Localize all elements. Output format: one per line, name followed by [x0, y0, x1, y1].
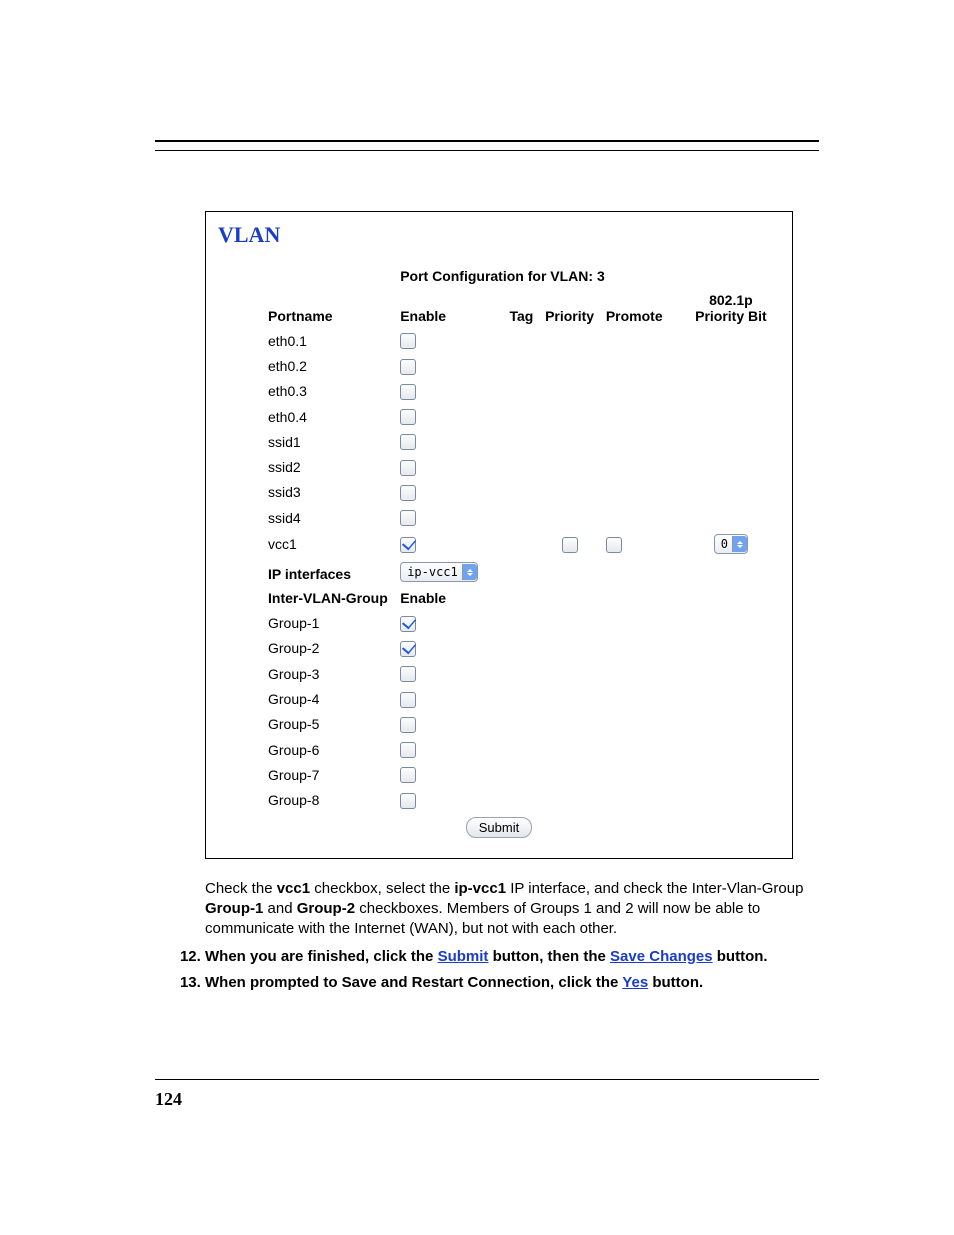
group-enable-checkbox[interactable]	[400, 616, 416, 632]
top-rule-thick	[155, 140, 819, 142]
group-name: Group-2	[218, 636, 398, 661]
instruction-paragraph: Check the vcc1 checkbox, select the ip-v…	[205, 879, 819, 940]
priority-bit-value: 0	[721, 536, 728, 552]
port-name: eth0.4	[218, 404, 398, 429]
port-name: eth0.3	[218, 379, 398, 404]
ip-interfaces-label: IP interfaces	[218, 558, 398, 586]
port-row: ssid1	[218, 429, 780, 454]
port-name: ssid3	[218, 480, 398, 505]
port-row: ssid4	[218, 505, 780, 530]
group-row: Group-2	[218, 636, 780, 661]
page-number: 124	[155, 1089, 182, 1110]
port-config-caption: Port Configuration for VLAN: 3	[398, 264, 780, 288]
header-priority: Priority	[535, 288, 604, 328]
submit-button[interactable]: Submit	[466, 817, 532, 838]
group-row: Group-4	[218, 686, 780, 711]
header-8021p: 802.1p Priority Bit	[682, 288, 780, 328]
group-name: Group-1	[218, 610, 398, 635]
port-row: eth0.4	[218, 404, 780, 429]
footer-rule	[155, 1079, 819, 1080]
header-promote: Promote	[604, 288, 682, 328]
step-12: When you are finished, click the Submit …	[205, 946, 819, 969]
group-name: Group-6	[218, 737, 398, 762]
tag-checkbox[interactable]	[562, 537, 578, 553]
group-name: Group-4	[218, 686, 398, 711]
group-row: Group-1	[218, 610, 780, 635]
group-row: Group-3	[218, 661, 780, 686]
port-name: eth0.1	[218, 328, 398, 353]
port-name: ssid2	[218, 454, 398, 479]
port-row: eth0.2	[218, 353, 780, 378]
panel-title: VLAN	[218, 222, 780, 248]
group-enable-checkbox[interactable]	[400, 666, 416, 682]
priority-bit-select[interactable]: 0	[714, 534, 748, 554]
ip-interface-select[interactable]: ip-vcc1	[400, 562, 478, 582]
group-row: Group-5	[218, 712, 780, 737]
submit-link[interactable]: Submit	[438, 948, 489, 965]
header-enable: Enable	[398, 288, 481, 328]
port-row: ssid2	[218, 454, 780, 479]
vlan-table: Port Configuration for VLAN: 3 Portname …	[218, 264, 780, 842]
enable-checkbox[interactable]	[400, 409, 416, 425]
port-name: vcc1	[218, 530, 398, 558]
group-enable-checkbox[interactable]	[400, 742, 416, 758]
group-enable-checkbox[interactable]	[400, 641, 416, 657]
enable-checkbox[interactable]	[400, 434, 416, 450]
enable-checkbox[interactable]	[400, 333, 416, 349]
enable-checkbox[interactable]	[400, 460, 416, 476]
port-name: ssid1	[218, 429, 398, 454]
group-name: Group-3	[218, 661, 398, 686]
port-name: ssid4	[218, 505, 398, 530]
ip-interface-value: ip-vcc1	[407, 564, 458, 580]
port-row: ssid3	[218, 480, 780, 505]
step-13: When prompted to Save and Restart Connec…	[205, 972, 819, 995]
group-name: Group-7	[218, 762, 398, 787]
promote-checkbox[interactable]	[606, 537, 622, 553]
header-tag: Tag	[481, 288, 536, 328]
group-enable-checkbox[interactable]	[400, 793, 416, 809]
group-row: Group-6	[218, 737, 780, 762]
top-rule-thin	[155, 150, 819, 151]
inter-vlan-label: Inter-VLAN-Group	[218, 586, 398, 610]
port-row: eth0.1	[218, 328, 780, 353]
group-enable-checkbox[interactable]	[400, 692, 416, 708]
port-row: eth0.3	[218, 379, 780, 404]
group-enable-checkbox[interactable]	[400, 767, 416, 783]
port-name: eth0.2	[218, 353, 398, 378]
dropdown-arrow-icon	[462, 564, 477, 580]
steps-list: When you are finished, click the Submit …	[165, 946, 819, 995]
group-row: Group-7	[218, 762, 780, 787]
enable-checkbox[interactable]	[400, 485, 416, 501]
header-portname: Portname	[218, 288, 398, 328]
enable-checkbox[interactable]	[400, 359, 416, 375]
group-name: Group-5	[218, 712, 398, 737]
enable-checkbox[interactable]	[400, 537, 416, 553]
enable-checkbox[interactable]	[400, 384, 416, 400]
yes-link[interactable]: Yes	[622, 974, 648, 991]
port-row: vcc1 0	[218, 530, 780, 558]
save-changes-link[interactable]: Save Changes	[610, 948, 713, 965]
enable-checkbox[interactable]	[400, 510, 416, 526]
dropdown-arrow-icon	[732, 536, 747, 552]
inter-vlan-enable-header: Enable	[398, 586, 481, 610]
group-enable-checkbox[interactable]	[400, 717, 416, 733]
vlan-panel: VLAN Port Configuration for VLAN: 3 Port…	[205, 211, 793, 859]
group-row: Group-8	[218, 787, 780, 812]
group-name: Group-8	[218, 787, 398, 812]
